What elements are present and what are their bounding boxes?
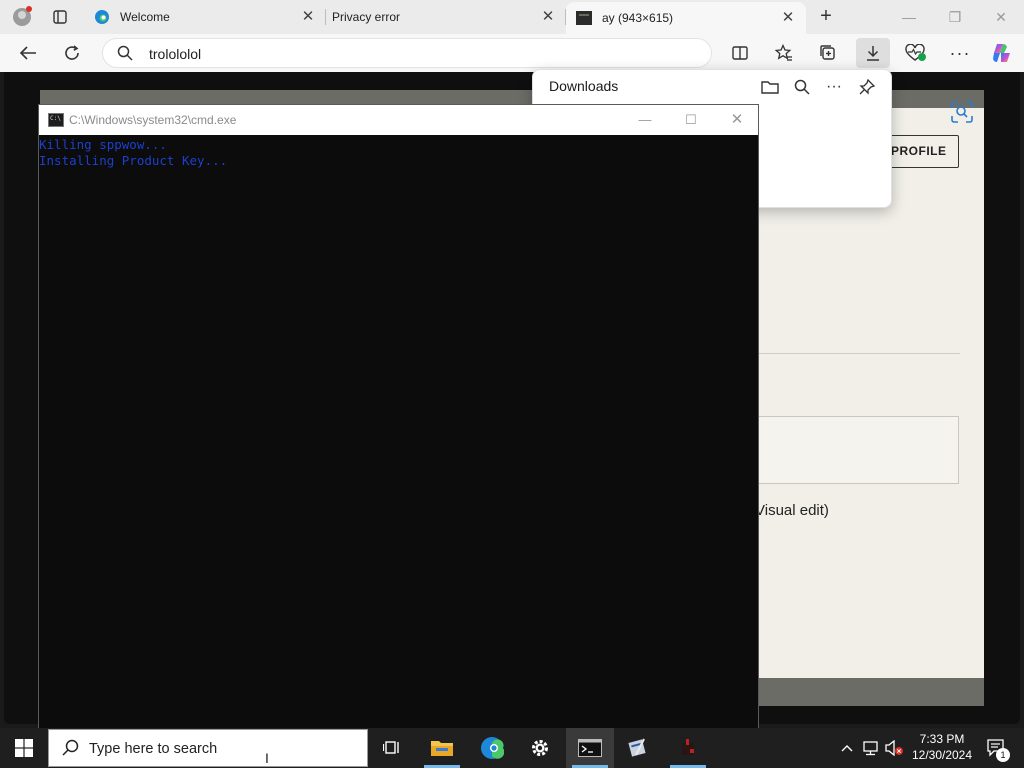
browser-tab-bar: Welcome ✕ Privacy error ✕ ay (943×615) ✕… [0,0,1024,34]
network-icon [863,741,878,756]
more-dots-icon: ··· [826,78,842,95]
close-window-button[interactable]: ✕ [978,0,1024,34]
task-view-button[interactable] [368,728,416,768]
task-view-icon [383,741,399,754]
search-placeholder: Type here to search [89,741,218,757]
arrow-left-icon [19,46,36,60]
edge-icon [481,737,504,759]
split-screen-button[interactable] [725,40,755,66]
downloads-title: Downloads [549,78,619,94]
script-app-taskbar-button[interactable] [614,728,662,768]
notification-count-badge: 1 [996,748,1010,762]
app-icon [682,739,694,755]
cmd-maximize-button[interactable]: ☐ [668,105,714,135]
speaker-muted-icon [885,740,903,756]
address-input[interactable]: trolololol [149,46,201,62]
favorites-button[interactable] [769,40,799,66]
edge-icon [95,10,109,24]
notifications-button[interactable]: 1 [980,728,1014,768]
download-icon [867,46,879,61]
collections-icon [820,45,835,60]
address-bar[interactable]: trolololol [102,38,712,68]
profile-button[interactable]: PROFILE [890,135,959,168]
split-screen-icon [732,46,748,60]
folder-icon [761,81,779,94]
copilot-icon [993,44,1010,62]
pin-icon [859,79,875,95]
taskbar-search-box[interactable]: Type here to search I [48,729,368,767]
console-line: Installing Product Key... [39,153,228,168]
collections-button[interactable] [813,40,843,66]
heart-pulse-icon [905,44,926,61]
refresh-button[interactable] [57,40,87,66]
search-icon [794,79,810,95]
script-tool-icon [628,738,646,757]
tab-privacy-error[interactable]: Privacy error ✕ [326,0,566,34]
text-cursor-icon: I [265,750,269,766]
windows-logo-icon [15,739,33,757]
tab-actions-icon [53,10,67,24]
back-button[interactable] [13,40,43,66]
profile-avatar[interactable] [8,4,36,30]
cmd-title-bar[interactable]: C:\Windows\system32\cmd.exe — ☐ ✕ [39,105,758,135]
show-hidden-icons-button[interactable] [838,728,856,768]
more-dots-icon: ··· [949,42,971,63]
start-button[interactable] [0,728,48,768]
settings-more-button[interactable]: ··· [945,40,975,66]
open-downloads-folder-button[interactable] [755,74,785,100]
visual-search-button[interactable] [950,100,974,124]
tab-label: Welcome [120,10,170,24]
tab-close-icon[interactable]: ✕ [300,9,316,25]
tab-image[interactable]: ay (943×615) ✕ [566,2,806,34]
console-line: Killing sppwow... [39,137,167,152]
search-downloads-button[interactable] [787,74,817,100]
folder-icon [431,741,453,756]
refresh-icon [65,45,79,60]
volume-button[interactable] [882,728,906,768]
text-area[interactable] [758,416,959,484]
browser-toolbar: trolololol ··· [0,34,1024,72]
minimize-button[interactable]: — [886,0,932,34]
image-thumbnail-icon [576,11,592,25]
tab-label: ay (943×615) [602,11,674,25]
visual-edit-text: Visual edit) [755,502,829,519]
cmd-taskbar-button[interactable] [566,728,614,768]
clock-time: 7:33 PM [919,732,965,746]
browser-essentials-button[interactable] [901,40,931,66]
tab-close-icon[interactable]: ✕ [780,10,796,26]
cmd-close-button[interactable]: ✕ [714,105,760,135]
visual-search-icon [951,101,973,123]
downloads-button[interactable] [856,38,890,68]
new-tab-button[interactable]: + [812,4,840,30]
cmd-minimize-button[interactable]: — [622,105,668,135]
copilot-button[interactable] [987,40,1017,66]
settings-taskbar-button[interactable] [516,728,564,768]
clock-date: 12/30/2024 [911,748,973,762]
console-output[interactable]: Killing sppwow... Installing Product Key.… [39,137,227,169]
cmd-window[interactable]: C:\Windows\system32\cmd.exe — ☐ ✕ Killin… [38,104,759,734]
taskbar: Type here to search I 7:33 PM 12/30/2024… [0,728,1024,768]
tab-close-icon[interactable]: ✕ [540,9,556,25]
terminal-icon [578,739,602,757]
tab-welcome[interactable]: Welcome ✕ [84,0,326,34]
notification-dot [26,6,32,12]
network-button[interactable] [860,728,882,768]
cmd-window-title: C:\Windows\system32\cmd.exe [69,113,237,127]
file-explorer-button[interactable] [418,728,466,768]
tab-actions-button[interactable] [46,4,74,30]
divider [758,353,960,354]
chevron-up-icon [841,745,853,752]
tab-label: Privacy error [332,10,401,24]
more-options-button[interactable]: ··· [819,74,849,100]
unknown-app-taskbar-button[interactable] [664,728,712,768]
system-clock[interactable]: 7:33 PM 12/30/2024 [906,731,978,763]
cmd-app-icon [48,113,64,127]
gear-icon [532,740,548,756]
search-icon [62,739,79,756]
search-icon [117,45,133,61]
restore-button[interactable]: ❐ [932,0,978,34]
pin-button[interactable] [852,74,882,100]
edge-taskbar-button[interactable] [468,728,516,768]
favorites-star-icon [775,44,792,61]
